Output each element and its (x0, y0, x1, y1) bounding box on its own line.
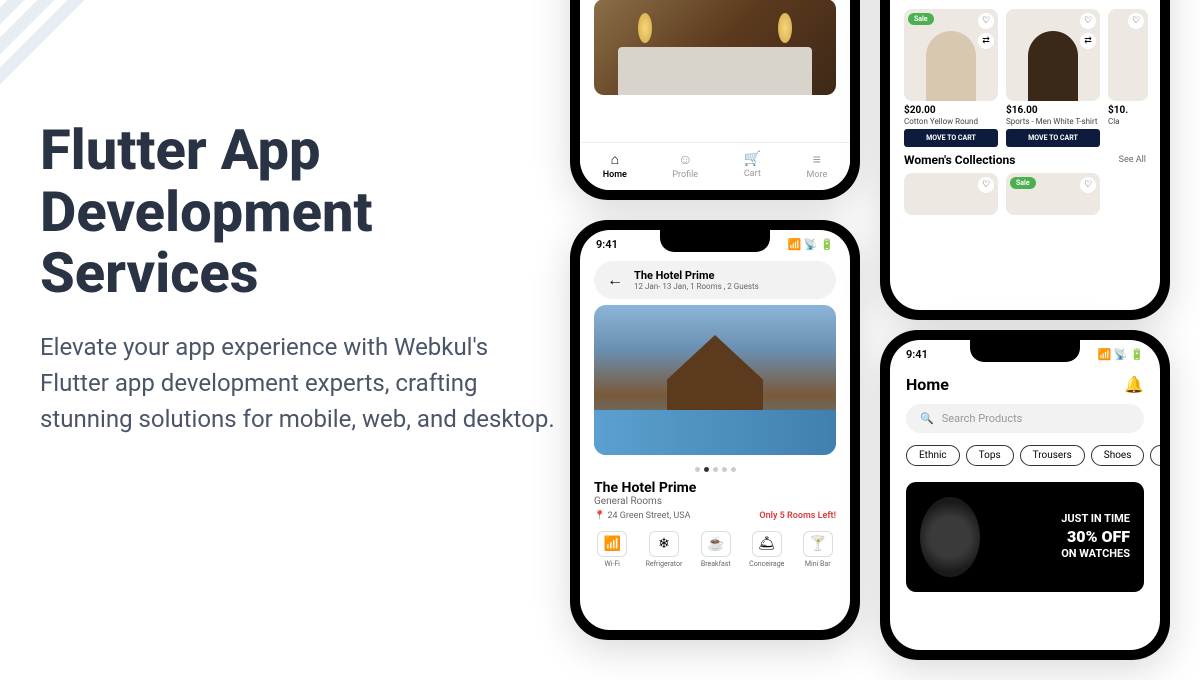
see-all-link[interactable]: See All (1119, 155, 1146, 165)
hotel-main-image[interactable] (594, 305, 836, 455)
notification-icon[interactable]: 🔔 (1124, 375, 1144, 394)
favorite-icon[interactable]: ♡ (978, 177, 994, 193)
hotel-header-pill[interactable]: ← The Hotel Prime 12 Jan- 13 Jan, 1 Room… (594, 261, 836, 299)
product-name: Cotton Yellow Round (904, 116, 998, 129)
back-button[interactable]: ← (606, 271, 624, 289)
nav-cart[interactable]: 🛒Cart (744, 151, 761, 180)
nav-home[interactable]: ⌂Home (603, 151, 627, 180)
product-price: $20.00 (904, 101, 998, 116)
filter-chip-tops[interactable]: Tops (966, 445, 1014, 466)
compare-icon[interactable]: ⇄ (1080, 33, 1096, 49)
product-price: $10. (1108, 101, 1148, 116)
move-to-cart-button[interactable]: MOVE TO CART (1006, 129, 1100, 147)
product-name: Cla (1108, 116, 1148, 129)
amenity-concierge: 🛎Conceirage (749, 531, 784, 568)
product-card[interactable]: ♡ $10. Cla (1108, 9, 1148, 147)
breakfast-icon: ☕ (701, 531, 731, 557)
product-card[interactable]: Sale ♡ ⇄ $20.00 Cotton Yellow Round MOVE T… (904, 9, 998, 147)
sale-badge: Sale (1010, 177, 1036, 189)
amenity-wifi: 📶Wi-Fi (597, 531, 627, 568)
phone-mockups: 🛏Luxury Rooms 👨‍🍳Top chefs 🍴Restaurants … (570, 0, 1200, 680)
promo-banner[interactable]: JUST IN TIME 30% OFF ON WATCHES (906, 482, 1144, 592)
hotel-location: 📍 24 Green Street, USA (594, 511, 690, 521)
section-new-products: New Products (904, 0, 979, 3)
filter-chip-ethnic[interactable]: Ethnic (906, 445, 960, 466)
amenity-breakfast: ☕Breakfast (701, 531, 731, 568)
product-name: Sports - Men White T-shirt (1006, 116, 1100, 129)
hero-subtitle: Elevate your app experience with Webkul'… (40, 329, 560, 437)
bell-icon: 🛎 (752, 531, 782, 557)
filter-chip-shoes[interactable]: Shoes (1091, 445, 1145, 466)
collection-image[interactable]: Sale ♡ (1006, 173, 1100, 215)
status-icons: 📶 📡 🔋 (787, 238, 834, 251)
home-icon: ⌂ (611, 151, 619, 168)
status-time: 9:41 (596, 238, 618, 251)
room-image[interactable] (594, 0, 836, 95)
section-womens-collections: Women's Collections (904, 153, 1015, 167)
hotel-room-type: General Rooms (594, 496, 836, 507)
phone-mockup-hotel-detail: 9:41 📶 📡 🔋 ← The Hotel Prime 12 Jan- 13 J… (570, 220, 860, 640)
favorite-icon[interactable]: ♡ (1080, 177, 1096, 193)
page-title: Home (906, 375, 949, 394)
hero-title: Flutter App Development Services (40, 120, 560, 305)
status-time: 9:41 (906, 348, 928, 361)
collection-image[interactable]: ♡ (904, 173, 998, 215)
amenity-refrigerator: ❄Refrigerator (646, 531, 683, 568)
product-price: $16.00 (1006, 101, 1100, 116)
search-input[interactable]: 🔍 Search Products (906, 404, 1144, 433)
search-icon: 🔍 (920, 412, 934, 425)
phone-mockup-home-search: 9:41📶 📡 🔋 Home🔔 🔍Search Products Ethnic … (880, 330, 1170, 660)
favorite-icon[interactable]: ♡ (1080, 13, 1096, 29)
status-icons: 📶 📡 🔋 (1097, 348, 1144, 361)
bottom-nav: ⌂Home ☺Profile 🛒Cart ≡More (580, 142, 850, 190)
banner-line1: JUST IN TIME (980, 512, 1130, 526)
amenity-minibar: 🍸Mini Bar (803, 531, 833, 568)
see-all-link[interactable]: See All (1119, 0, 1146, 1)
sale-badge: Sale (908, 13, 934, 25)
search-placeholder: Search Products (942, 412, 1023, 425)
phone-mockup-hotel-home: 🛏Luxury Rooms 👨‍🍳Top chefs 🍴Restaurants … (570, 0, 860, 200)
watch-image (920, 497, 980, 577)
nav-profile[interactable]: ☺Profile (672, 151, 698, 180)
fridge-icon: ❄ (649, 531, 679, 557)
hotel-name: The Hotel Prime (634, 269, 759, 282)
favorite-icon[interactable]: ♡ (978, 13, 994, 29)
banner-line3: ON WATCHES (980, 547, 1130, 561)
banner-line2: 30% OFF (980, 527, 1130, 548)
hotel-dates: 12 Jan- 13 Jan, 1 Rooms , 2 Guests (634, 282, 759, 291)
nav-more[interactable]: ≡More (807, 151, 828, 180)
phone-mockup-shop: Woman Men Kid Shoes Bag New ProductsSee … (880, 0, 1170, 320)
wifi-icon: 📶 (597, 531, 627, 557)
user-icon: ☺ (678, 151, 692, 168)
compare-icon[interactable]: ⇄ (978, 33, 994, 49)
rooms-left-warning: Only 5 Rooms Left! (759, 511, 836, 521)
product-card[interactable]: ♡ ⇄ $16.00 Sports - Men White T-shirt MOV… (1006, 9, 1100, 147)
menu-icon: ≡ (813, 151, 821, 168)
image-pagination[interactable] (580, 459, 850, 480)
filter-chip-dresses[interactable]: Dres (1150, 445, 1160, 466)
cocktail-icon: 🍸 (803, 531, 833, 557)
hotel-title: The Hotel Prime (594, 480, 836, 496)
favorite-icon[interactable]: ♡ (1128, 13, 1144, 29)
cart-icon: 🛒 (744, 151, 761, 167)
filter-chip-trousers[interactable]: Trousers (1020, 445, 1085, 466)
move-to-cart-button[interactable]: MOVE TO CART (904, 129, 998, 147)
